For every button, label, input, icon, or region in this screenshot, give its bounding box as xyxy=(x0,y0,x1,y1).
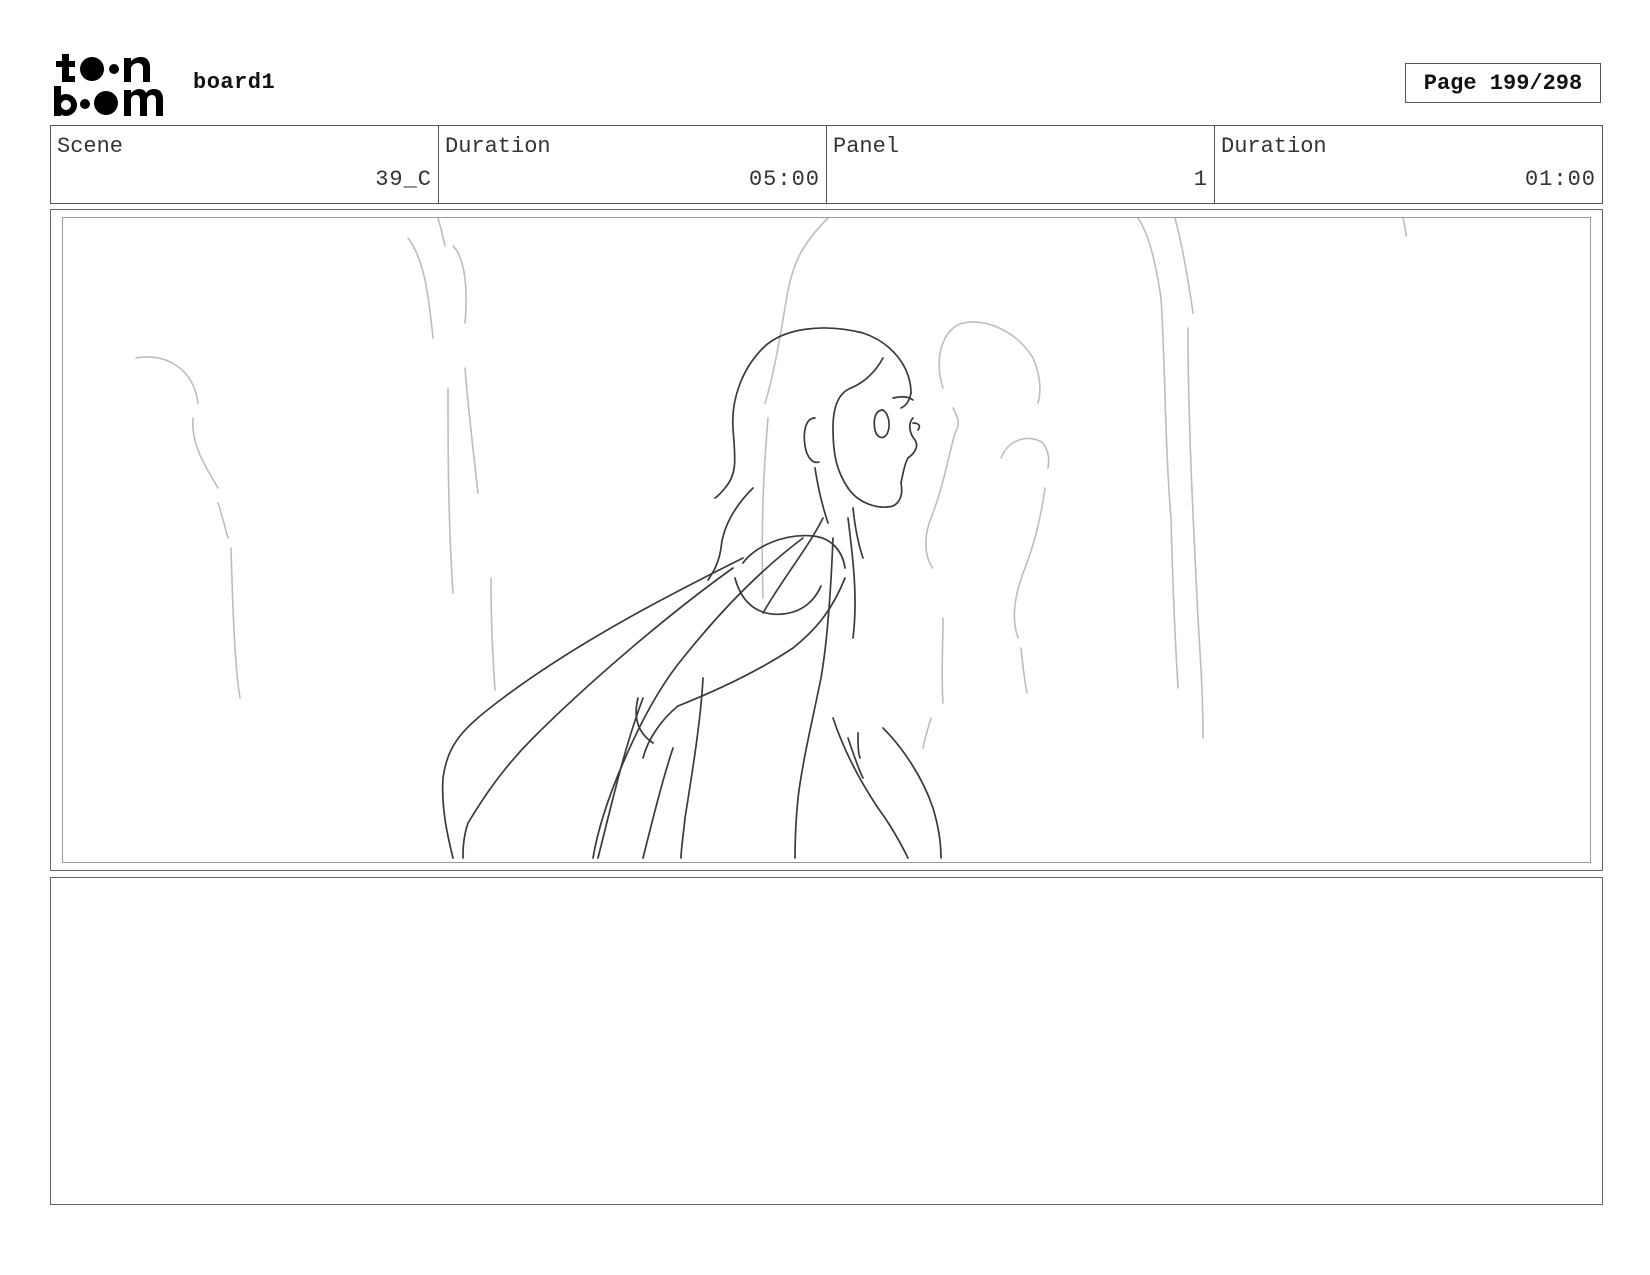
panel-duration-value: 01:00 xyxy=(1524,167,1596,192)
scene-label: Scene xyxy=(57,134,124,159)
scene-duration-value: 05:00 xyxy=(748,167,820,192)
storyboard-panel-image xyxy=(62,217,1591,863)
scene-cell: Scene 39_C xyxy=(51,126,439,203)
panel-duration-label: Duration xyxy=(1221,134,1327,159)
panel-cell: Panel 1 xyxy=(827,126,1215,203)
panel-notes-box xyxy=(50,877,1603,1205)
page-counter: Page 199/298 xyxy=(1405,63,1601,103)
panel-info-row: Scene 39_C Duration 05:00 Panel 1 Durati… xyxy=(50,125,1603,204)
storyboard-panel-frame xyxy=(50,209,1603,871)
panel-label: Panel xyxy=(833,134,900,159)
scene-duration-label: Duration xyxy=(445,134,551,159)
scene-value: 39_C xyxy=(375,167,432,192)
toon-boom-logo-icon xyxy=(52,52,172,118)
panel-value: 1 xyxy=(1193,167,1208,192)
project-name: board1 xyxy=(193,70,276,95)
panel-duration-cell: Duration 01:00 xyxy=(1215,126,1602,203)
scene-duration-cell: Duration 05:00 xyxy=(439,126,827,203)
